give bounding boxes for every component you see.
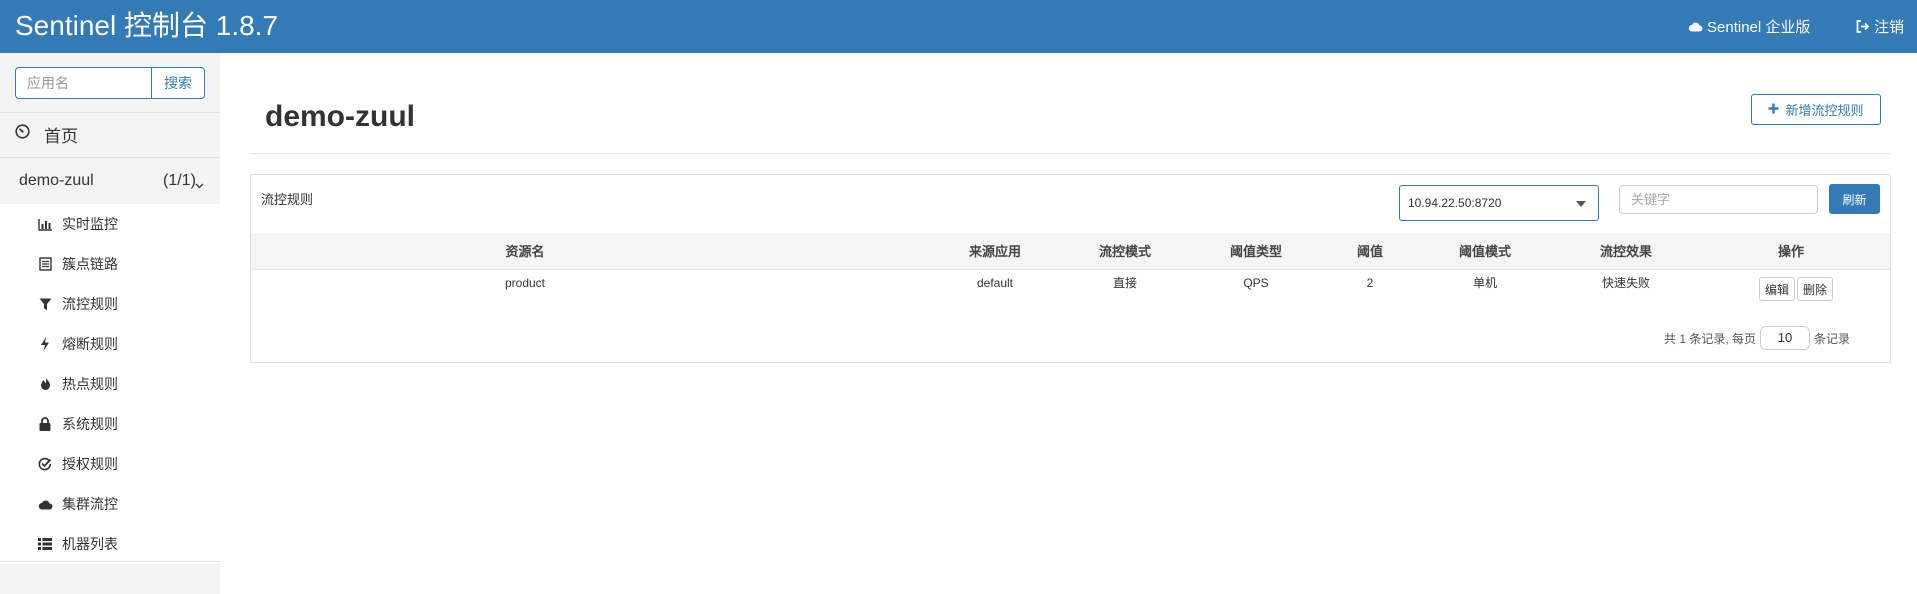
chevron-down-icon: [195, 176, 204, 194]
sidebar-item-label: 首页: [44, 126, 78, 146]
column-header-control-behavior: 流控效果: [1599, 244, 1652, 259]
sidebar-item-param-flow-rules[interactable]: 热点规则: [0, 364, 220, 404]
top-navbar: Sentinel 控制台 1.8.7 Sentinel 企业版 注销: [0, 0, 1917, 53]
cell-strategy: 直接: [1112, 276, 1137, 290]
delete-button[interactable]: 删除: [1797, 277, 1834, 301]
app-name: demo-zuul: [19, 172, 94, 189]
column-header-count: 阈值: [1356, 244, 1383, 259]
column-header-cluster-mode: 阈值模式: [1458, 244, 1511, 259]
edit-button[interactable]: 编辑: [1759, 277, 1796, 301]
logout-link[interactable]: 注销: [1855, 16, 1904, 37]
sidebar-item-label: 系统规则: [62, 416, 118, 432]
cell-cluster-mode: 单机: [1472, 276, 1497, 290]
app-search-input[interactable]: [15, 67, 151, 99]
sidebar-item-system-rules[interactable]: 系统规则: [0, 404, 220, 444]
app-search: 搜索: [15, 67, 205, 99]
machine-select[interactable]: 10.94.22.50:8720: [1399, 185, 1599, 221]
sidebar-item-flow-rules[interactable]: 流控规则: [0, 284, 220, 324]
cloud-icon: [1688, 21, 1703, 32]
sidebar-item-home[interactable]: 首页: [0, 113, 220, 155]
sidebar-app-demo-zuul[interactable]: demo-zuul (1/1): [0, 158, 220, 204]
panel-title: 流控规则: [261, 192, 314, 207]
cell-control-behavior: 快速失败: [1601, 276, 1650, 290]
sidebar-item-identity[interactable]: 簇点链路: [0, 244, 220, 284]
app-title[interactable]: Sentinel 控制台 1.8.7: [15, 9, 278, 43]
page-title: demo-zuul: [265, 100, 415, 133]
sidebar-item-machine-list[interactable]: 机器列表: [0, 524, 220, 564]
machine-select-value: 10.94.22.50:8720: [1408, 196, 1502, 210]
column-header-limit-app: 来源应用: [968, 244, 1021, 259]
logout-label: 注销: [1874, 19, 1905, 36]
pager-suffix: 条记录: [1814, 331, 1851, 346]
sidebar-item-cluster-flow[interactable]: 集群流控: [0, 484, 220, 524]
app-instance-count: (1/1): [163, 172, 196, 189]
logout-icon: [1855, 19, 1870, 34]
column-header-resource: 资源名: [505, 244, 545, 259]
keyword-search-input[interactable]: [1619, 185, 1818, 214]
cell-limit-app: default: [976, 276, 1014, 290]
sidebar: 搜索 首页 demo-zuul (1/1) 实时监控 簇点链路: [0, 53, 220, 594]
page-size-input[interactable]: 10: [1760, 326, 1811, 350]
column-header-grade: 阈值类型: [1229, 244, 1282, 259]
sidebar-item-label: 簇点链路: [62, 256, 118, 272]
enterprise-link[interactable]: Sentinel 企业版: [1688, 16, 1810, 37]
cell-count: 2: [1366, 276, 1374, 290]
sidebar-item-label: 熔断规则: [62, 336, 118, 352]
cell-resource: product: [504, 276, 546, 290]
plus-icon: [1768, 102, 1779, 117]
cell-grade: QPS: [1243, 276, 1269, 290]
cloud-icon: [37, 496, 53, 512]
sidebar-item-label: 集群流控: [62, 496, 118, 512]
app-submenu: 实时监控 簇点链路 流控规则 熔断规则 热点规则 系统规则 授权规则 集群流控 …: [0, 204, 220, 564]
add-flow-rule-label: 新增流控规则: [1785, 103, 1864, 118]
table-header: 资源名 来源应用 流控模式 阈值类型 阈值 阈值模式 流控效果 操作: [251, 234, 1890, 270]
caret-down-icon: [1576, 201, 1586, 207]
sidebar-item-metric[interactable]: 实时监控: [0, 204, 220, 244]
pagination: 共 1 条记录, 每页 10 条记录: [1664, 326, 1850, 350]
sidebar-divider: [0, 561, 220, 562]
flow-rules-panel: 流控规则 10.94.22.50:8720 刷新 资源名 来源应用 流控模式 阈…: [250, 174, 1891, 363]
add-flow-rule-button[interactable]: 新增流控规则: [1751, 94, 1881, 125]
main-content: demo-zuul 新增流控规则 流控规则 10.94.22.50:8720 刷…: [220, 53, 1917, 594]
flash-icon: [37, 336, 53, 352]
dashboard-icon: [15, 124, 44, 144]
sidebar-item-label: 机器列表: [62, 536, 118, 552]
bar-chart-icon: [37, 216, 53, 232]
lock-icon: [37, 416, 53, 432]
sidebar-item-degrade-rules[interactable]: 熔断规则: [0, 324, 220, 364]
sidebar-item-label: 流控规则: [62, 296, 118, 312]
column-header-strategy: 流控模式: [1098, 244, 1151, 259]
sidebar-item-label: 实时监控: [62, 216, 118, 232]
filter-icon: [37, 296, 53, 312]
table-row: product default 直接 QPS 2 单机 快速失败 编辑 删除: [251, 270, 1890, 310]
check-icon: [37, 456, 53, 472]
sidebar-item-label: 热点规则: [62, 376, 118, 392]
sidebar-item-label: 授权规则: [62, 456, 118, 472]
enterprise-label: Sentinel 企业版: [1707, 19, 1811, 36]
th-list-icon: [37, 536, 53, 552]
fire-icon: [37, 376, 53, 392]
row-actions: 编辑 删除: [1759, 277, 1834, 301]
pager-prefix: 共 1 条记录, 每页: [1664, 331, 1757, 346]
title-divider: [250, 153, 1890, 154]
sidebar-item-authority-rules[interactable]: 授权规则: [0, 444, 220, 484]
refresh-button[interactable]: 刷新: [1829, 184, 1880, 214]
column-header-actions: 操作: [1777, 244, 1804, 259]
list-alt-icon: [37, 256, 53, 272]
search-button[interactable]: 搜索: [151, 67, 205, 99]
